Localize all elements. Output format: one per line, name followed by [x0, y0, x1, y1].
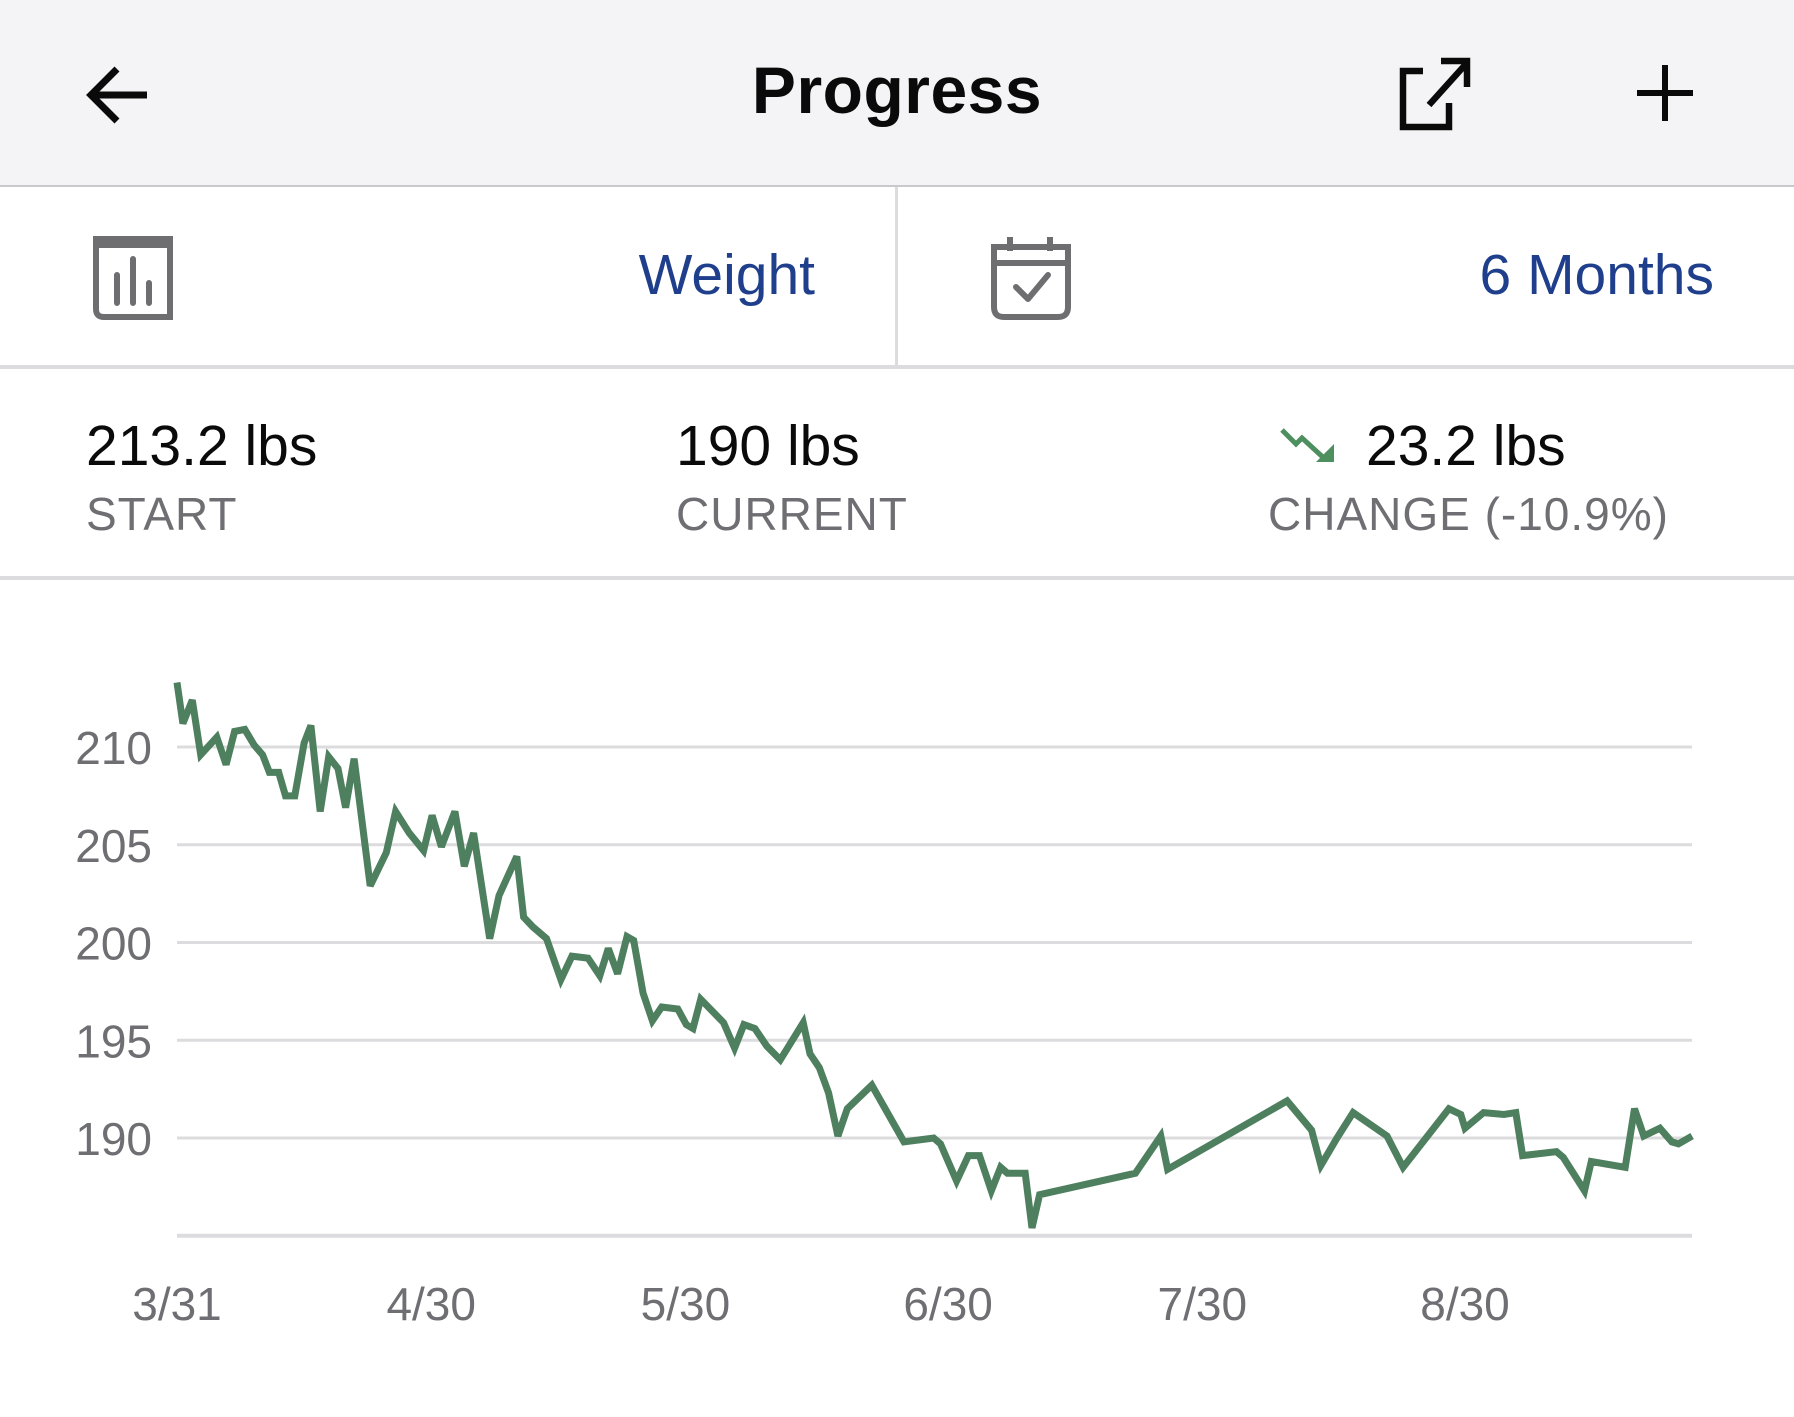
- metric-label: Weight: [638, 243, 815, 307]
- chart-options-bar: Weight 6 Months: [0, 187, 1794, 369]
- share-external-icon: [1399, 57, 1471, 131]
- range-label: 6 Months: [1479, 243, 1714, 307]
- stat-start: 213.2 lbs START: [86, 413, 317, 541]
- stat-change-value: 23.2 lbs: [1366, 414, 1566, 478]
- x-tick-label: 5/30: [641, 1278, 731, 1330]
- x-tick-label: 3/31: [132, 1278, 222, 1330]
- series-line-weight: [173, 682, 1694, 1229]
- y-tick-label: 195: [75, 1015, 152, 1067]
- stats-summary: 213.2 lbs START 190 lbs CURRENT 23.2 lbs…: [0, 369, 1794, 580]
- bar-chart-icon: [93, 236, 173, 320]
- y-tick-label: 205: [75, 820, 152, 872]
- stat-start-value: 213.2 lbs: [86, 414, 318, 478]
- stat-current: 190 lbs CURRENT: [676, 413, 908, 541]
- nav-header: Progress: [0, 0, 1794, 187]
- calendar-check-icon: [991, 237, 1071, 320]
- y-tick-label: 190: [75, 1113, 152, 1165]
- trending-down-icon: [1280, 428, 1334, 462]
- stat-change-label: CHANGE (-10.9%): [1268, 488, 1669, 540]
- y-tick-label: 210: [75, 722, 152, 774]
- metric-selector[interactable]: Weight: [0, 187, 895, 365]
- x-tick-label: 4/30: [386, 1278, 476, 1330]
- x-tick-label: 6/30: [903, 1278, 993, 1330]
- page-title: Progress: [751, 53, 1043, 127]
- y-tick-label: 200: [75, 918, 152, 970]
- plus-icon: [1637, 65, 1693, 121]
- weight-chart: 190 195 200 205 210 3/31 4/30 5/30 6/30 7/30 8/30: [0, 580, 1794, 1412]
- stat-current-label: CURRENT: [676, 488, 908, 540]
- stat-change: 23.2 lbs CHANGE (-10.9%): [1268, 413, 1669, 541]
- range-selector[interactable]: 6 Months: [898, 187, 1794, 365]
- stat-start-label: START: [86, 488, 238, 540]
- add-button[interactable]: [1620, 48, 1710, 138]
- x-tick-label: 8/30: [1420, 1278, 1510, 1330]
- stat-current-value: 190 lbs: [676, 414, 860, 478]
- share-button[interactable]: [1390, 48, 1480, 138]
- weight-line-chart: 190 195 200 205 210 3/31 4/30 5/30 6/30 7/30 8/30: [75, 682, 1694, 1330]
- x-tick-label: 7/30: [1158, 1278, 1248, 1330]
